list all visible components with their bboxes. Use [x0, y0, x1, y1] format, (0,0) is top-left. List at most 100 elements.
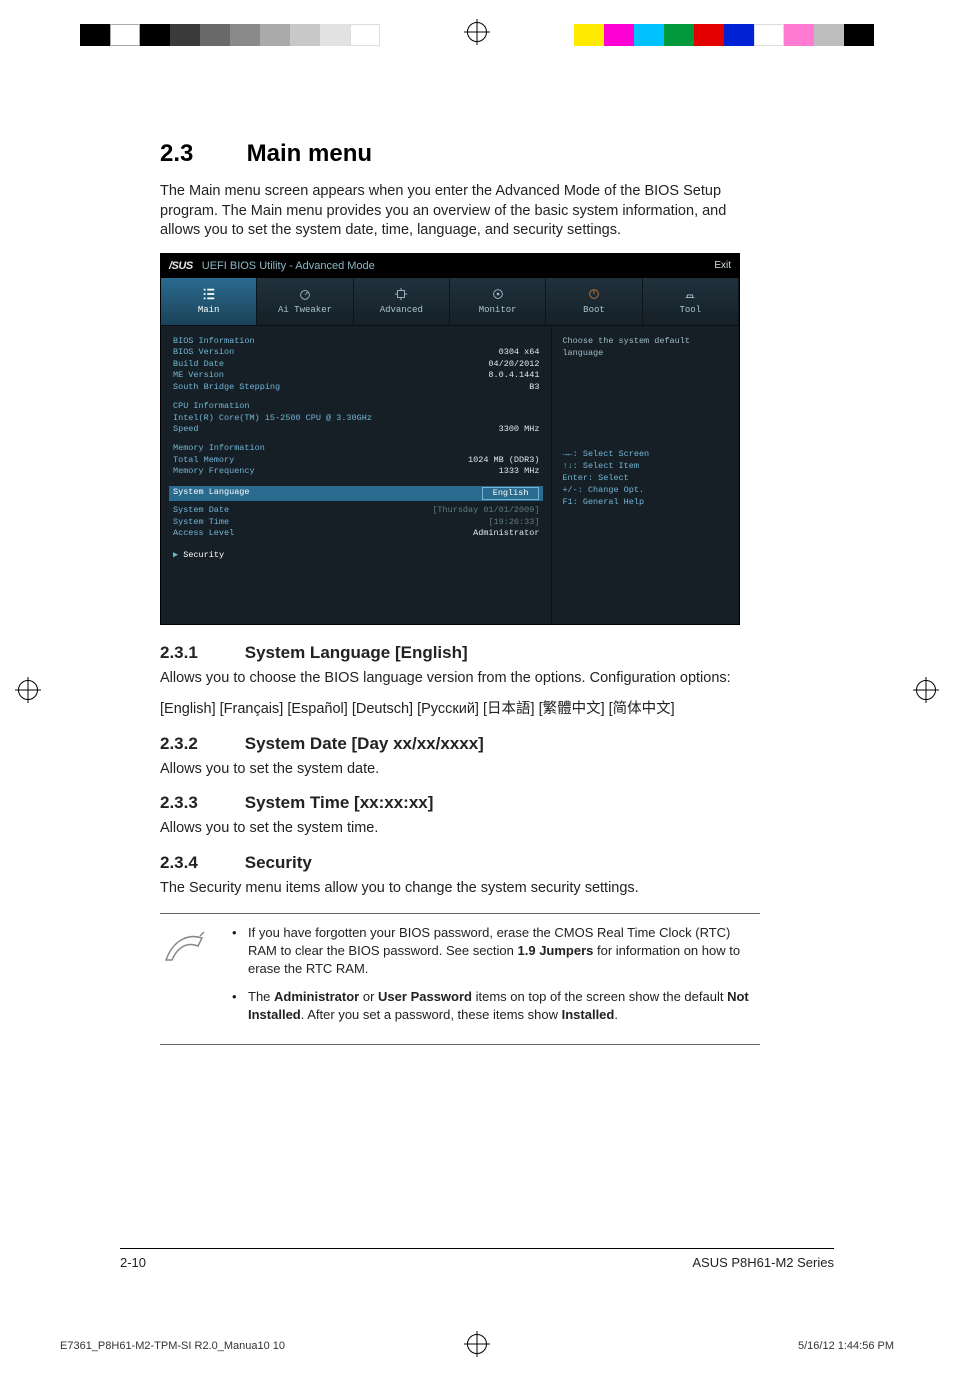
subsection-heading: 2.3.2 System Date [Day xx/xx/xxxx]	[160, 734, 760, 754]
language-options-list: [English] [Français] [Español] [Deutsch]…	[160, 700, 760, 720]
field-value: 04/20/2012	[488, 359, 539, 370]
field-value: B3	[529, 382, 539, 393]
security-submenu[interactable]: ▶ Security	[173, 550, 539, 561]
bios-main-panel: BIOS Information BIOS Version 0304 x64 Bu…	[161, 326, 551, 624]
section-heading: 2.3 Main menu	[160, 140, 760, 168]
gauge-icon	[298, 287, 312, 301]
language-dropdown[interactable]: English	[482, 487, 540, 500]
exit-label: Exit	[714, 260, 731, 271]
subsection-heading: 2.3.3 System Time [xx:xx:xx]	[160, 793, 760, 813]
body-text: Allows you to set the system time.	[160, 819, 760, 839]
note-icon	[160, 924, 216, 1035]
bios-screenshot: /SUS UEFI BIOS Utility - Advanced Mode E…	[160, 253, 740, 625]
monitor-icon	[491, 287, 505, 301]
system-time-field[interactable]: [19:26:33]	[488, 517, 539, 528]
field-value: Administrator	[473, 528, 539, 539]
power-icon	[587, 287, 601, 301]
tab-label: Ai Tweaker	[278, 305, 332, 315]
chip-icon	[394, 287, 408, 301]
field-label: Build Date	[173, 359, 224, 370]
subsection-heading: 2.3.1 System Language [English]	[160, 643, 760, 663]
help-text: Choose the system default language	[562, 336, 729, 360]
subsection-number: 2.3.3	[160, 793, 240, 813]
field-value: 1333 MHz	[499, 466, 540, 477]
field-value: 8.0.4.1441	[488, 370, 539, 381]
tab-label: Monitor	[479, 305, 517, 315]
body-text: Allows you to set the system date.	[160, 760, 760, 780]
print-job-footer: E7361_P8H61-M2-TPM-SI R2.0_Manua10 10 5/…	[60, 1340, 894, 1352]
page-content: 2.3 Main menu The Main menu screen appea…	[160, 140, 760, 1045]
subsection-title: Security	[245, 853, 312, 872]
tab-label: Main	[198, 305, 220, 315]
note-block: If you have forgotten your BIOS password…	[160, 913, 760, 1046]
tab-label: Boot	[583, 305, 605, 315]
security-label: Security	[183, 550, 224, 560]
tool-icon	[683, 287, 697, 301]
bios-tab-bar: Main Ai Tweaker Advanced Monitor Boot To…	[161, 278, 739, 326]
registration-mark-icon	[18, 680, 38, 700]
cpu-info-heading: CPU Information	[173, 401, 539, 412]
field-label: Total Memory	[173, 455, 234, 466]
tab-monitor[interactable]: Monitor	[450, 278, 546, 325]
key-hint: Enter: Select	[562, 473, 729, 485]
tab-advanced[interactable]: Advanced	[354, 278, 450, 325]
registration-mark-icon	[467, 22, 487, 42]
body-text: The Security menu items allow you to cha…	[160, 879, 760, 899]
key-hint: ↑↓: Select Item	[562, 461, 729, 473]
body-text: Allows you to choose the BIOS language v…	[160, 669, 760, 689]
system-language-row[interactable]: System Language English	[169, 486, 543, 501]
field-label: Access Level	[173, 528, 234, 539]
exit-button[interactable]: Exit	[708, 260, 731, 271]
subsection-number: 2.3.4	[160, 853, 240, 873]
tab-label: Tool	[680, 305, 702, 315]
field-label: System Language	[173, 487, 250, 500]
note-item: The Administrator or User Password items…	[232, 988, 760, 1024]
brand-logo: /SUS	[169, 260, 193, 272]
chevron-right-icon: ▶	[173, 550, 178, 560]
field-label: Memory Frequency	[173, 466, 255, 477]
intro-paragraph: The Main menu screen appears when you en…	[160, 182, 760, 241]
key-hint: →←: Select Screen	[562, 449, 729, 461]
tab-label: Advanced	[380, 305, 423, 315]
note-item: If you have forgotten your BIOS password…	[232, 924, 760, 979]
field-label: BIOS Version	[173, 347, 234, 358]
key-hints: →←: Select Screen ↑↓: Select Item Enter:…	[562, 449, 729, 508]
field-value: 0304 x64	[499, 347, 540, 358]
print-filename: E7361_P8H61-M2-TPM-SI R2.0_Manua10 10	[60, 1340, 285, 1352]
bios-help-panel: Choose the system default language →←: S…	[551, 326, 739, 624]
print-timestamp: 5/16/12 1:44:56 PM	[798, 1340, 894, 1352]
section-number: 2.3	[160, 140, 240, 168]
bios-titlebar: /SUS UEFI BIOS Utility - Advanced Mode E…	[161, 254, 739, 278]
registration-mark-icon	[916, 680, 936, 700]
list-icon	[202, 287, 216, 301]
field-value: 3300 MHz	[499, 424, 540, 435]
page-number: 2-10	[120, 1255, 146, 1270]
key-hint: F1: General Help	[562, 497, 729, 509]
tab-boot[interactable]: Boot	[546, 278, 642, 325]
field-label: System Time	[173, 517, 229, 528]
bios-header-title: UEFI BIOS Utility - Advanced Mode	[202, 260, 375, 272]
subsection-number: 2.3.1	[160, 643, 240, 663]
subsection-heading: 2.3.4 Security	[160, 853, 760, 873]
tab-tool[interactable]: Tool	[643, 278, 739, 325]
page-footer: 2-10 ASUS P8H61-M2 Series	[120, 1248, 834, 1270]
subsection-title: System Language [English]	[245, 643, 468, 662]
field-label: South Bridge Stepping	[173, 382, 280, 393]
field-value: 1024 MB (DDR3)	[468, 455, 539, 466]
tab-main[interactable]: Main	[161, 278, 257, 325]
subsection-number: 2.3.2	[160, 734, 240, 754]
key-hint: +/-: Change Opt.	[562, 485, 729, 497]
field-label: System Date	[173, 505, 229, 516]
note-list: If you have forgotten your BIOS password…	[232, 924, 760, 1035]
bios-info-heading: BIOS Information	[173, 336, 539, 347]
field-label: ME Version	[173, 370, 224, 381]
field-label: Speed	[173, 424, 199, 435]
subsection-title: System Date [Day xx/xx/xxxx]	[245, 734, 484, 753]
system-date-field[interactable]: [Thursday 01/01/2009]	[432, 505, 539, 516]
tab-ai-tweaker[interactable]: Ai Tweaker	[257, 278, 353, 325]
subsection-title: System Time [xx:xx:xx]	[245, 793, 434, 812]
section-title-text: Main menu	[247, 140, 372, 167]
product-name: ASUS P8H61-M2 Series	[692, 1255, 834, 1270]
cpu-name: Intel(R) Core(TM) i5-2500 CPU @ 3.30GHz	[173, 413, 539, 424]
mem-info-heading: Memory Information	[173, 443, 539, 454]
